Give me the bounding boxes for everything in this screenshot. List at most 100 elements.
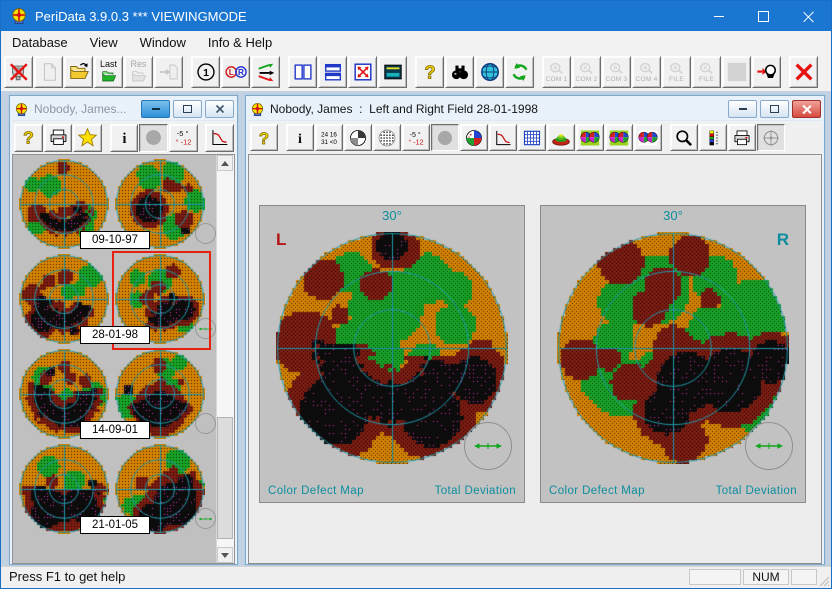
info-button[interactable]: i	[286, 124, 314, 151]
svg-text:R: R	[237, 68, 243, 77]
list-minimize-button[interactable]	[141, 100, 170, 118]
defect-values-button[interactable]: -5 °° -12	[169, 124, 198, 152]
zoom-button[interactable]	[670, 124, 698, 151]
help-button[interactable]: ?	[14, 124, 43, 152]
file-import-1-button[interactable]: FILE	[662, 56, 691, 88]
svg-text:?: ?	[23, 128, 34, 148]
minimize-icon	[152, 108, 160, 110]
svg-text:° -12: ° -12	[175, 138, 191, 147]
field-minimize-button[interactable]	[728, 100, 757, 118]
thumbnail-list-window: Nobody, James... ?i-5 °° -12 09-10-9728-…	[9, 95, 238, 565]
hill-of-vision-button[interactable]	[547, 124, 575, 151]
main-title-bar[interactable]: PeriData 3.9.0.3 *** VIEWINGMODE	[1, 1, 831, 31]
com4-port-button[interactable]: COM 4	[632, 56, 661, 88]
scroll-up-button[interactable]	[217, 155, 233, 171]
menu-view[interactable]: View	[79, 32, 129, 53]
close-device-button[interactable]	[4, 56, 33, 88]
button-label: COM 2	[575, 77, 597, 83]
scrollbar-thumb[interactable]	[217, 417, 233, 539]
hill-3d-icon	[551, 128, 571, 148]
svg-text:i: i	[298, 131, 302, 147]
vertical-scrollbar[interactable]	[216, 155, 234, 563]
toolbar-separator	[408, 56, 415, 88]
send-to-device-button[interactable]	[752, 56, 781, 88]
send-exam-button[interactable]	[154, 56, 183, 88]
info-icon: i	[114, 127, 135, 148]
both-fields-b-button[interactable]	[605, 124, 633, 151]
threshold-values-button[interactable]: 24 1631 <0	[315, 124, 343, 151]
decay-curve-button[interactable]	[205, 124, 234, 152]
fixation-target-button[interactable]	[757, 124, 785, 151]
eye-indicator-ring	[195, 413, 216, 434]
list-maximize-button[interactable]	[173, 100, 202, 118]
exam-date-label: 09-10-97	[80, 231, 150, 249]
perimeter-icon	[548, 62, 565, 77]
menu-window[interactable]: Window	[129, 32, 197, 53]
decay-curve-button[interactable]	[489, 124, 517, 151]
com1-port-button[interactable]: COM 1	[542, 56, 571, 88]
scroll-down-button[interactable]	[217, 547, 233, 563]
com2-port-button[interactable]: COM 2	[572, 56, 601, 88]
list-window-title-bar[interactable]: Nobody, James...	[12, 98, 235, 120]
print-button[interactable]	[728, 124, 756, 151]
help-button[interactable]: ?	[250, 124, 278, 151]
toolbar-separator	[279, 122, 286, 154]
arrange-windows-button[interactable]	[348, 56, 377, 88]
field-window-title-bar[interactable]: Nobody, James : Left and Right Field 28-…	[248, 98, 822, 120]
single-field-view-button[interactable]: 1	[191, 56, 220, 88]
resize-grip[interactable]	[818, 575, 830, 587]
both-fields-a-button[interactable]	[576, 124, 604, 151]
com3-port-button[interactable]: COM 3	[602, 56, 631, 88]
web-button[interactable]	[475, 56, 504, 88]
file-import-2-button[interactable]: FILE	[692, 56, 721, 88]
tile-horizontal-button[interactable]	[318, 56, 347, 88]
decay-curve-icon	[493, 128, 513, 148]
exit-button[interactable]	[789, 56, 818, 88]
color-pie-map-button[interactable]	[460, 124, 488, 151]
both-fields-c-button[interactable]	[634, 124, 662, 151]
toolbar-separator	[663, 122, 670, 154]
maximize-button[interactable]	[741, 1, 786, 31]
refresh-button[interactable]	[505, 56, 534, 88]
menu-database[interactable]: Database	[1, 32, 79, 53]
help-button[interactable]: ?	[415, 56, 444, 88]
color-defect-map-button[interactable]	[431, 124, 459, 151]
values-numbers-icon: 24 1631 <0	[319, 128, 339, 148]
close-button[interactable]	[786, 1, 831, 31]
color-scale-icon	[703, 128, 723, 148]
circle-map-icon	[435, 128, 455, 148]
color-scale-button[interactable]	[699, 124, 727, 151]
menu-info-help[interactable]: Info & Help	[197, 32, 283, 53]
open-result-button[interactable]: Res	[124, 56, 153, 88]
refresh-icon	[509, 61, 531, 83]
favorite-button[interactable]	[73, 124, 102, 152]
field-close-button[interactable]	[792, 100, 821, 118]
exam-row: 21-01-05	[13, 444, 217, 539]
open-exam-button[interactable]	[64, 56, 93, 88]
blank-button[interactable]	[722, 56, 751, 88]
field-maximize-button[interactable]	[760, 100, 789, 118]
dot-map-button[interactable]	[373, 124, 401, 151]
left-right-view-button[interactable]: LR	[221, 56, 250, 88]
tile-vertical-icon	[292, 61, 314, 83]
value-table-button[interactable]	[518, 124, 546, 151]
device-console-button[interactable]	[378, 56, 407, 88]
defect-values-button[interactable]: -5 °° -12	[402, 124, 430, 151]
folder-gray-icon	[130, 68, 148, 84]
minimize-button[interactable]	[696, 1, 741, 31]
grayscale-map-button[interactable]	[344, 124, 372, 151]
list-window-title: Nobody, James...	[34, 102, 138, 116]
perimeter-icon	[578, 62, 595, 77]
tile-vertical-button[interactable]	[288, 56, 317, 88]
maximize-icon	[183, 105, 192, 113]
color-defect-map-button[interactable]	[139, 124, 168, 152]
toolbar-separator	[184, 56, 191, 88]
print-button[interactable]	[44, 124, 73, 152]
info-button[interactable]: i	[110, 124, 139, 152]
num-lock-indicator: NUM	[743, 569, 789, 585]
transfer-exams-button[interactable]	[251, 56, 280, 88]
open-last-exam-button[interactable]: Last	[94, 56, 123, 88]
search-button[interactable]	[445, 56, 474, 88]
new-exam-button[interactable]	[34, 56, 63, 88]
list-close-button[interactable]	[205, 100, 234, 118]
